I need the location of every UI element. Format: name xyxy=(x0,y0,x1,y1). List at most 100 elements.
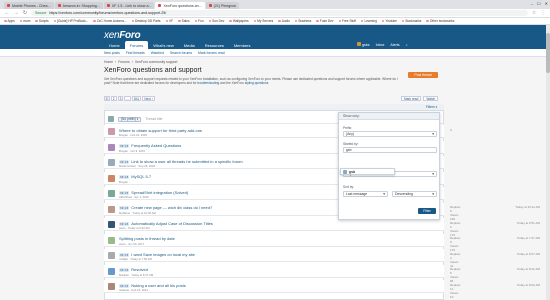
watch-button[interactable]: Watch xyxy=(423,96,439,101)
bookmark-item[interactable]: mom xyxy=(19,19,30,23)
bookmark-item[interactable]: ZxC Home Automa... xyxy=(93,19,127,23)
page-link[interactable]: 3 xyxy=(117,96,124,101)
last-post[interactable]: Today at 9:51 AM xyxy=(506,221,540,225)
search-icon[interactable]: ⌕ xyxy=(406,43,408,47)
maximize-button[interactable]: ☐ xyxy=(537,1,541,6)
nav-whats-new[interactable]: What's new xyxy=(148,41,179,49)
nav-members[interactable]: Members xyxy=(229,41,256,49)
bookmark-item[interactable]: Other bookmarks xyxy=(426,19,454,23)
thread-title[interactable]: Where to obtain support for third party … xyxy=(119,128,202,133)
page-link[interactable]: 1 xyxy=(104,96,110,101)
bookmark-item[interactable]: Desktop DD Parts xyxy=(131,19,161,23)
inbox-link[interactable]: Inbox xyxy=(376,43,385,47)
bookmark-item[interactable]: Business xyxy=(294,19,311,23)
page-link[interactable]: 2 xyxy=(110,96,117,101)
subnav-watched[interactable]: Watched xyxy=(151,51,164,55)
browser-tab[interactable]: (21) Pinegrow xyxy=(205,2,240,9)
alerts-link[interactable]: Alerts xyxy=(390,43,399,47)
bookmark-label: Learning xyxy=(364,19,377,23)
bookmark-item[interactable]: Youtube xyxy=(381,19,397,23)
filters-button[interactable]: Filters ▾ xyxy=(426,105,437,109)
filter-apply-button[interactable]: Filter xyxy=(418,208,436,214)
next-page-button[interactable]: Next › xyxy=(142,96,155,101)
post-thread-button[interactable]: Post thread xyxy=(408,72,438,78)
last-post[interactable]: Today at 8:22 AM xyxy=(506,267,540,271)
sort-order-select[interactable]: Descending ▾ xyxy=(392,191,437,197)
thread-row[interactable]: XF 1.5 Nuking a user and all his posts Gat… xyxy=(104,280,540,299)
bookmark-item[interactable]: Fun xyxy=(194,19,204,23)
bookmark-item[interactable]: Learning xyxy=(360,19,377,23)
reload-icon[interactable]: ↻ xyxy=(22,10,28,16)
scrollbar-thumb[interactable] xyxy=(546,33,550,73)
breadcrumb-category[interactable]: XenForo community support xyxy=(135,60,178,64)
thread-title[interactable]: XF 1.5 MySQL 5.7 xyxy=(119,174,151,179)
thread-title-input[interactable]: Thread title xyxy=(145,117,162,121)
breadcrumb-home[interactable]: Home xyxy=(104,60,113,64)
bookmark-item[interactable]: Bookmarks xyxy=(401,19,421,23)
thread-title[interactable]: XF 1.5 Link to show a user all threads he… xyxy=(119,159,243,164)
url-field[interactable]: Secure https://xenforo.com/community/for… xyxy=(31,10,528,16)
thread-title[interactable]: Splitting posts in thread by date xyxy=(119,236,175,241)
nav-forums[interactable]: Forums xyxy=(124,41,149,49)
browser-tab-active[interactable]: XenForo questions an... xyxy=(155,2,205,9)
nav-resources[interactable]: Resources xyxy=(200,41,229,49)
thread-title[interactable]: XF 1.5 Frequently Asked Questions xyxy=(119,143,181,148)
bookmark-item[interactable]: VF xyxy=(165,19,173,23)
bookmark-item[interactable]: Free Stuff xyxy=(338,19,356,23)
subnav-mark-read[interactable]: Mark forums read xyxy=(198,51,225,55)
subnav-find-threads[interactable]: Find threads xyxy=(126,51,145,55)
mark-read-button[interactable]: Mark read xyxy=(401,96,422,101)
browser-tab[interactable]: XF 1.5 - Link to show a... xyxy=(103,2,155,9)
thread-stats: Replies: 5 Views: 96 xyxy=(450,267,461,283)
desc-link-troubleshooting[interactable]: troubleshooting xyxy=(197,81,219,85)
thread-title[interactable]: XF 1.5 I want Save images on local my sit… xyxy=(119,252,195,257)
thread-row[interactable]: XF 1.5 I want Save images on local my sit… xyxy=(104,249,540,268)
page-ellipsis[interactable]: ... xyxy=(124,96,132,101)
desc-link-styling[interactable]: styling questions xyxy=(245,81,269,85)
nav-media[interactable]: Media xyxy=(179,41,200,49)
thread-row[interactable]: XF 1.5 Resolved Markam · Today at 6:37 AM R… xyxy=(104,264,540,283)
bookmark-item[interactable]: Audio xyxy=(278,19,290,23)
bookmark-item[interactable]: Fuse Dev xyxy=(316,19,334,23)
browser-tab[interactable]: Amazon.in: Shopping... xyxy=(54,2,103,9)
avatar xyxy=(108,128,115,135)
thread-row[interactable]: Splitting posts in thread by date wazo · … xyxy=(104,233,540,252)
menu-icon[interactable]: ⋮ xyxy=(540,10,546,16)
started-by-input[interactable]: gsb xyxy=(343,147,437,153)
subnav-search-forums[interactable]: Search forums xyxy=(170,51,192,55)
minimize-button[interactable]: – xyxy=(531,1,533,6)
last-post[interactable]: Today at 6:07 AM xyxy=(506,252,540,256)
site-logo[interactable]: xenForo xyxy=(104,30,141,41)
subnav-new-posts[interactable]: New posts xyxy=(104,51,120,55)
last-post[interactable]: Today at 7:27 AM xyxy=(506,236,540,240)
thread-title[interactable]: XF 1.5 Nuking a user and all his posts xyxy=(119,283,186,288)
sort-field-select[interactable]: Last message ▾ xyxy=(343,191,388,197)
forward-arrow-icon[interactable]: → xyxy=(13,10,19,16)
last-post[interactable]: Today at 8:02 AM xyxy=(506,283,540,287)
prefix-select[interactable]: (No prefix) ▾ xyxy=(118,116,142,122)
thread-title[interactable]: XF 1.5 Create new page --- wich div class… xyxy=(119,205,212,210)
thread-title[interactable]: XF 1.5 Automatically Adjust Case of Discu… xyxy=(119,221,213,226)
page-scrollbar[interactable] xyxy=(546,25,550,300)
close-window-button[interactable]: ✕ xyxy=(545,1,548,6)
breadcrumb-forums[interactable]: Forums xyxy=(118,60,130,64)
thread-title[interactable]: XF 1.5 SpreadShirt integration (Solved) xyxy=(119,190,188,195)
prefix-value: (Any) xyxy=(346,132,355,136)
user-menu[interactable]: gsbs xyxy=(357,42,370,47)
page-link[interactable]: 841 xyxy=(132,96,142,101)
star-icon[interactable]: ☆ xyxy=(531,10,537,16)
prefix-select[interactable]: (Any) ▾ xyxy=(343,131,437,137)
username-suggestion[interactable]: gsb xyxy=(340,168,395,175)
browser-tab[interactable]: Mobile Phones - Chea... xyxy=(4,2,54,9)
nav-home[interactable]: Home xyxy=(104,41,125,49)
last-post[interactable]: Today at 10:11 AM xyxy=(506,205,540,209)
bookmark-item[interactable]: Apps xyxy=(4,19,15,23)
bookmark-item[interactable]: Wallpapers xyxy=(229,19,249,23)
bookmark-item[interactable]: My Servers xyxy=(253,19,273,23)
back-arrow-icon[interactable]: ← xyxy=(4,10,10,16)
bookmark-item[interactable]: Sales xyxy=(178,19,190,23)
thread-title[interactable]: XF 1.5 Resolved xyxy=(119,267,148,272)
bookmark-item[interactable]: [Guide] HP ProBook... xyxy=(53,19,88,23)
bookmark-item[interactable]: Scripts xyxy=(35,19,49,23)
bookmark-item[interactable]: Sun Dev xyxy=(208,19,224,23)
